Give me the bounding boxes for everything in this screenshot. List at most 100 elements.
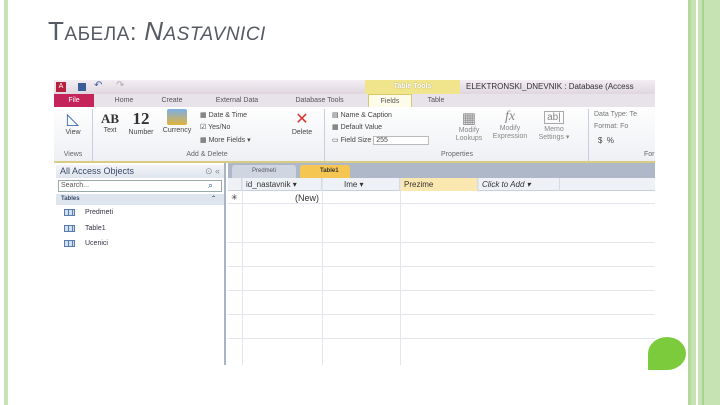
data-type: Data Type: Te [594, 111, 637, 118]
column-ime[interactable]: Ime ▾ [322, 178, 400, 191]
lookup-icon: ▦ [461, 110, 477, 127]
text-icon: AB [100, 111, 120, 126]
currency-field-button[interactable]: Currency [160, 109, 194, 134]
default-value-label: Default Value [340, 124, 383, 131]
field-size: ▭ Field Size 255 [332, 136, 430, 145]
currency-format-button[interactable]: $ [598, 136, 602, 145]
grid-col-line [242, 178, 243, 365]
yes-no-label: Yes/No [208, 124, 231, 131]
memo-settings-button[interactable]: ab| Memo Settings ▾ [534, 109, 574, 142]
save-icon[interactable] [78, 83, 86, 91]
title2-initial: N [144, 16, 164, 46]
nav-section-tables[interactable]: Tables ⌃ [56, 194, 224, 205]
nav-header[interactable]: All Access Objects ⊙ « [56, 165, 224, 178]
format-select[interactable]: Fo [620, 123, 628, 130]
grid-col-line [322, 178, 323, 365]
group-properties: Properties [441, 151, 473, 158]
format-label: Format: [594, 123, 619, 130]
group-formatting: For [644, 151, 655, 158]
grid-col-line [400, 178, 401, 365]
grid-line [228, 231, 655, 243]
tab-file[interactable]: File [54, 94, 94, 107]
number-icon: 12 [132, 109, 150, 128]
table-tools-header: Table Tools [365, 80, 460, 94]
ribbon: ◺ View Views AB Text 12 Number Currency ▦ D… [54, 107, 655, 163]
chevron-up-icon[interactable]: ⌃ [211, 194, 216, 205]
tab-table[interactable]: Table [416, 94, 456, 107]
modify-lookups-button[interactable]: ▦ Modify Lookups [452, 109, 486, 143]
redo-icon[interactable]: ↷ [116, 80, 124, 91]
green-decoration-dot [648, 337, 686, 370]
view-button[interactable]: ◺ View [60, 109, 86, 136]
navigation-pane: All Access Objects ⊙ « Search... ⌕ Tables… [54, 163, 226, 365]
search-input[interactable]: Search... [58, 180, 222, 192]
new-record-icon: ✳ [231, 193, 238, 202]
name-caption-button[interactable]: ▤ Name & Caption [332, 111, 392, 119]
collapse-icon[interactable]: ⊙ « [205, 165, 220, 178]
separator [92, 109, 93, 161]
left-accent-bar [4, 0, 8, 405]
select-all[interactable] [228, 178, 242, 191]
title2-rest: ASTAVNICI [163, 24, 266, 45]
fx-icon: fx [504, 109, 516, 124]
data-type-label: Data Type: [594, 111, 628, 118]
title-colon: : [129, 19, 145, 46]
doc-tab-table1[interactable]: Table1 [300, 165, 350, 178]
table-icon [64, 239, 75, 247]
more-fields-label: More Fields ▾ [208, 137, 251, 144]
column-id-nastavnik[interactable]: id_nastavnik ▾ [242, 178, 322, 191]
modify-lookups-label: Modify Lookups [455, 127, 483, 142]
currency-icon [167, 109, 187, 125]
date-time-label: Date & Time [208, 112, 248, 119]
memo-settings-label: Memo Settings ▾ [538, 126, 570, 141]
grid-line [228, 303, 655, 315]
section-label: Tables [61, 196, 80, 202]
number-label: Number [128, 129, 154, 136]
table-row-new[interactable]: ✳ (New) [228, 192, 655, 204]
table-icon [64, 208, 75, 216]
data-type-select[interactable]: Te [630, 111, 637, 118]
nav-item-ucenici[interactable]: Ucenici [64, 238, 108, 250]
undo-icon[interactable]: ↶ [94, 80, 102, 91]
title-initial: Т [48, 16, 65, 46]
tab-external-data[interactable]: External Data [202, 94, 272, 107]
view-icon: ◺ [66, 111, 80, 128]
percent-format-button[interactable]: % [607, 136, 614, 145]
nav-item-predmeti[interactable]: Predmeti [64, 207, 113, 219]
yes-no-button[interactable]: ☑ Yes/No [200, 123, 230, 131]
search-icon[interactable]: ⌕ [208, 180, 213, 191]
tab-home[interactable]: Home [104, 94, 144, 107]
separator [588, 109, 589, 161]
text-field-button[interactable]: AB Text [98, 111, 122, 134]
table-icon [64, 224, 75, 232]
grid-line [228, 327, 655, 339]
nav-item-label: Ucenici [85, 240, 108, 247]
grid-line [228, 279, 655, 291]
field-size-label: Field Size [340, 137, 372, 144]
format: Format: Fo [594, 123, 628, 130]
default-value-button[interactable]: ▦ Default Value [332, 123, 382, 131]
date-time-button[interactable]: ▦ Date & Time [200, 111, 247, 119]
grid-filler [228, 204, 655, 216]
column-header-row: id_nastavnik ▾ Ime ▾ Prezime Click to Ad… [228, 178, 655, 191]
tab-fields[interactable]: Fields [368, 94, 412, 107]
modify-expression-button[interactable]: fx Modify Expression [490, 109, 530, 141]
tab-database-tools[interactable]: Database Tools [282, 94, 357, 107]
delete-label: Delete [291, 129, 313, 136]
group-views: Views [63, 151, 83, 158]
number-format-buttons: $ % [598, 136, 614, 145]
delete-button[interactable]: ✕ Delete [288, 109, 316, 136]
field-size-input[interactable]: 255 [373, 136, 430, 145]
name-caption-label: Name & Caption [340, 112, 392, 119]
more-fields-button[interactable]: ▦ More Fields ▾ [200, 136, 251, 144]
nav-item-label: Table1 [85, 225, 106, 232]
tab-create[interactable]: Create [152, 94, 192, 107]
access-screenshot: A ↶ ↷ Table Tools ELEKTRONSKI_DNEVNIK : … [54, 80, 655, 365]
nav-item-label: Predmeti [85, 209, 114, 216]
column-prezime[interactable]: Prezime [400, 178, 478, 191]
number-field-button[interactable]: 12 Number [126, 109, 156, 136]
doc-tab-predmeti[interactable]: Predmeti [232, 165, 296, 178]
column-click-to-add[interactable]: Click to Add ▾ [478, 178, 560, 191]
document-tabs: Predmeti Table1 [228, 163, 655, 178]
nav-item-table1[interactable]: Table1 [64, 223, 106, 235]
